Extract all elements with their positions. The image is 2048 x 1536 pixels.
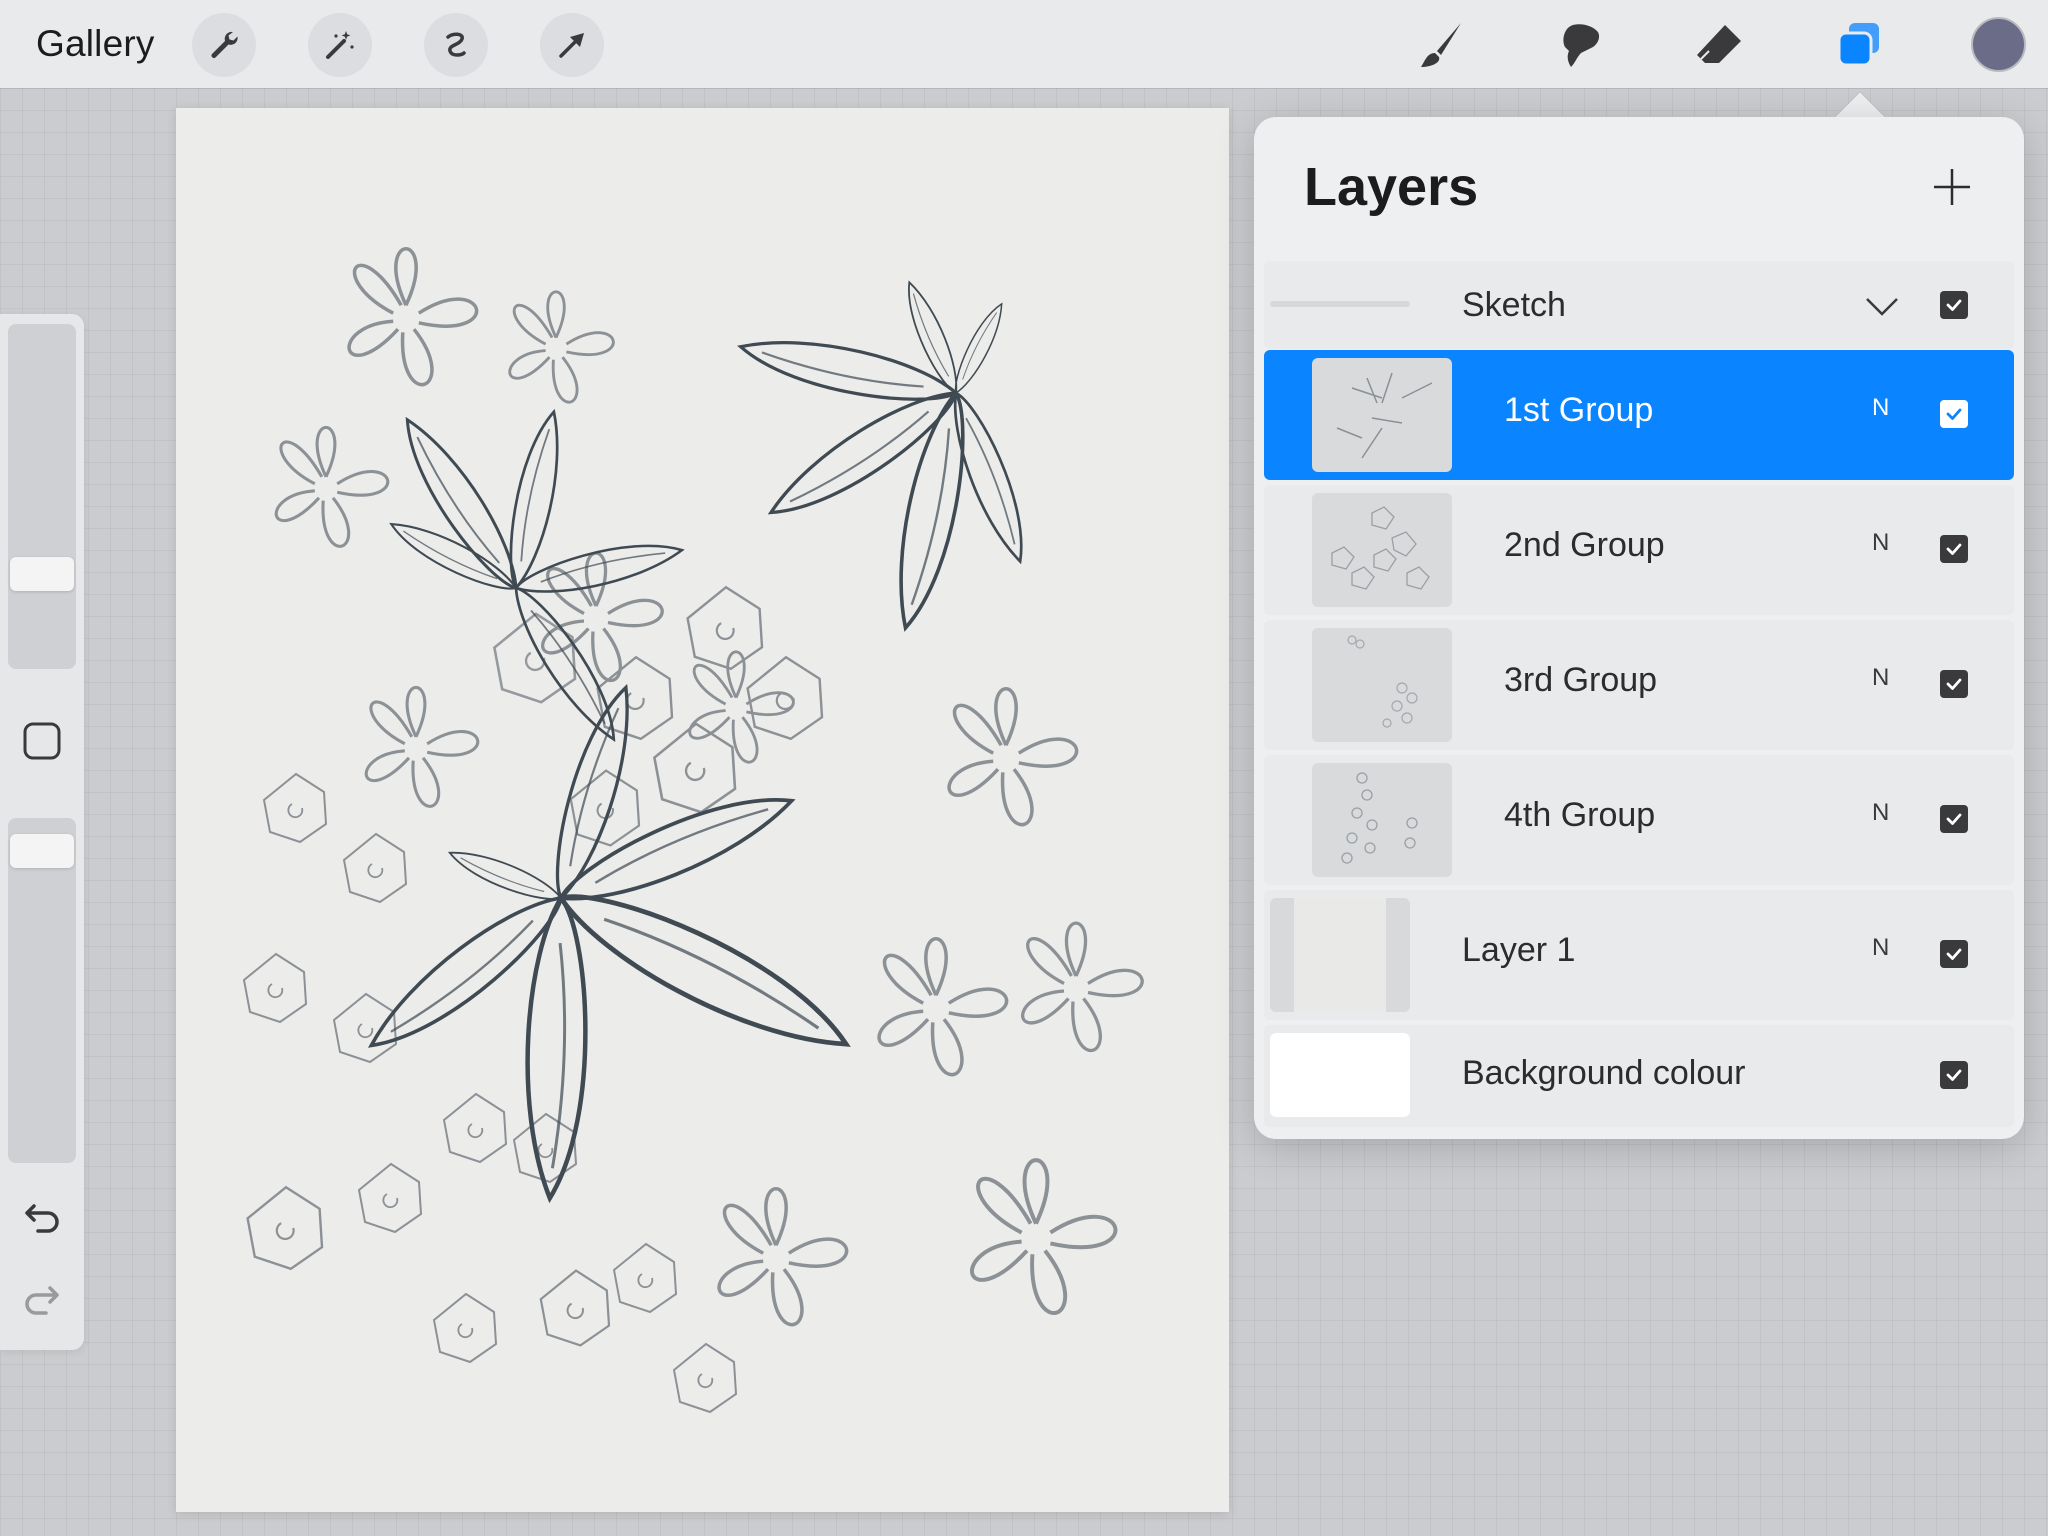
layer-visibility-checkbox[interactable] bbox=[1940, 805, 1968, 833]
color-picker-button[interactable] bbox=[1971, 17, 2026, 72]
undo-button[interactable] bbox=[20, 1194, 64, 1238]
transform-button[interactable] bbox=[540, 13, 604, 77]
group-visibility-checkbox[interactable] bbox=[1940, 291, 1968, 319]
group-folder-line bbox=[1270, 301, 1410, 307]
magic-wand-icon bbox=[326, 31, 354, 59]
blend-mode-button[interactable]: N bbox=[1872, 932, 1889, 964]
actions-wrench-button[interactable] bbox=[192, 13, 256, 77]
layer-visibility-checkbox[interactable] bbox=[1940, 670, 1968, 698]
checkmark-icon bbox=[1946, 678, 1962, 690]
layer-name: 1st Group bbox=[1504, 391, 1654, 429]
layers-title: Layers bbox=[1304, 157, 1479, 217]
brush-icon bbox=[1421, 23, 1461, 67]
checkmark-icon bbox=[1946, 813, 1962, 825]
wrench-icon bbox=[211, 31, 238, 58]
selection-button[interactable] bbox=[424, 13, 488, 77]
layer-name: 4th Group bbox=[1504, 796, 1656, 834]
layer-name: Layer 1 bbox=[1462, 931, 1576, 969]
plus-icon bbox=[1934, 169, 1970, 205]
layer-visibility-checkbox[interactable] bbox=[1940, 535, 1968, 563]
adjustments-button[interactable] bbox=[308, 13, 372, 77]
floral-sketch-artwork bbox=[243, 247, 1144, 1413]
side-slider-panel bbox=[0, 314, 84, 1350]
transform-arrow-icon bbox=[559, 33, 584, 58]
layer-thumbnail bbox=[1312, 493, 1452, 607]
blend-mode-button[interactable]: N bbox=[1872, 527, 1889, 559]
layer-thumbnail bbox=[1270, 898, 1410, 1012]
eraser-icon bbox=[1697, 25, 1741, 63]
blend-mode-button[interactable]: N bbox=[1872, 797, 1889, 829]
checkmark-icon bbox=[1946, 299, 1962, 311]
brush-size-slider-thumb[interactable] bbox=[10, 557, 74, 591]
layer-row-1st-group[interactable]: 1st Group N bbox=[1264, 350, 2014, 480]
layer-thumbnail bbox=[1312, 628, 1452, 742]
opacity-slider-thumb[interactable] bbox=[10, 834, 74, 868]
layers-panel: Layers Sketch 1st Group N 2nd Group N 3r… bbox=[1254, 117, 2024, 1139]
smudge-icon bbox=[1563, 24, 1600, 67]
top-toolbar: Gallery bbox=[0, 0, 2048, 88]
chevron-down-icon bbox=[1866, 298, 1898, 316]
layer-group-name: Sketch bbox=[1462, 286, 1566, 324]
checkmark-icon bbox=[1946, 408, 1962, 420]
layer-row-4th-group[interactable]: 4th Group N bbox=[1264, 755, 2014, 885]
layer-group-sketch[interactable]: Sketch bbox=[1264, 261, 2014, 349]
layer-thumbnail bbox=[1312, 763, 1452, 877]
layers-icon bbox=[1837, 23, 1879, 67]
modify-square-icon bbox=[23, 722, 61, 760]
layer-row-2nd-group[interactable]: 2nd Group N bbox=[1264, 485, 2014, 615]
undo-icon bbox=[25, 1204, 59, 1233]
checkmark-icon bbox=[1946, 1069, 1962, 1081]
blend-mode-button[interactable]: N bbox=[1872, 662, 1889, 694]
background-colour-swatch[interactable] bbox=[1270, 1033, 1410, 1117]
layer-name: Background colour bbox=[1462, 1054, 1746, 1092]
layer-row-layer-1[interactable]: Layer 1 N bbox=[1264, 890, 2014, 1020]
layer-row-background-colour[interactable]: Background colour bbox=[1264, 1025, 2014, 1127]
layer-visibility-checkbox[interactable] bbox=[1940, 940, 1968, 968]
selection-icon bbox=[446, 32, 466, 57]
layers-button[interactable] bbox=[1828, 14, 1890, 76]
layer-visibility-checkbox[interactable] bbox=[1940, 400, 1968, 428]
drawing-canvas[interactable] bbox=[176, 108, 1229, 1512]
checkmark-icon bbox=[1946, 948, 1962, 960]
checkmark-icon bbox=[1946, 543, 1962, 555]
gallery-button[interactable]: Gallery bbox=[36, 22, 155, 66]
layer-thumbnail bbox=[1312, 358, 1452, 472]
brush-size-slider[interactable] bbox=[8, 324, 76, 669]
add-layer-button[interactable] bbox=[1926, 161, 1978, 213]
opacity-slider[interactable] bbox=[8, 818, 76, 1163]
redo-icon bbox=[25, 1286, 59, 1315]
layer-row-3rd-group[interactable]: 3rd Group N bbox=[1264, 620, 2014, 750]
eraser-button[interactable] bbox=[1688, 14, 1750, 76]
blend-mode-button[interactable]: N bbox=[1872, 392, 1889, 424]
brush-button[interactable] bbox=[1410, 14, 1472, 76]
layer-name: 2nd Group bbox=[1504, 526, 1665, 564]
group-collapse-toggle[interactable] bbox=[1864, 291, 1900, 321]
redo-button[interactable] bbox=[20, 1276, 64, 1320]
background-visibility-checkbox[interactable] bbox=[1940, 1061, 1968, 1089]
smudge-button[interactable] bbox=[1548, 14, 1610, 76]
modify-button[interactable] bbox=[20, 719, 64, 763]
layer-name: 3rd Group bbox=[1504, 661, 1658, 699]
